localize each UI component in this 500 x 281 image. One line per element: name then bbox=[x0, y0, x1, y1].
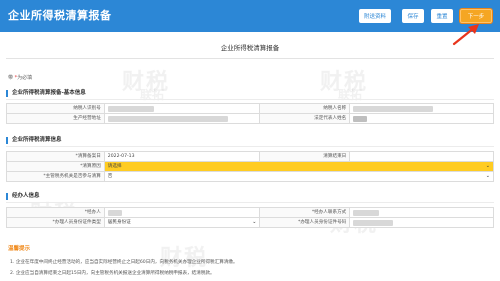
required-note: 带 *为必填 bbox=[8, 74, 32, 81]
business-address-value bbox=[104, 114, 261, 124]
table-row: *主管税务机关是否参与清算 否 ⌄ bbox=[7, 172, 494, 182]
taxpayer-name-label: 纳税人名称 bbox=[260, 104, 351, 114]
agent-label: *经办人 bbox=[7, 208, 105, 218]
divider bbox=[6, 58, 494, 59]
watermark: 联拓 bbox=[140, 88, 165, 102]
reason-select[interactable]: 请选择 ⌄ bbox=[104, 162, 494, 172]
chevron-down-icon: ⌄ bbox=[252, 219, 257, 225]
section-title-basic: 企业所得税清算报备-基本信息 bbox=[6, 90, 86, 97]
watermark: 财税 bbox=[122, 70, 171, 95]
agent-info-table: *经办人 *经办人联系方式 *办理人员身份证件类型 居民身份证 ⌄ *办理人员身… bbox=[6, 207, 494, 228]
legal-rep-label: 法定代表人姓名 bbox=[260, 114, 351, 124]
section-title-agent: 经办人信息 bbox=[6, 193, 40, 200]
contact-label: *经办人联系方式 bbox=[260, 208, 351, 218]
id-number-label: *办理人员身份证件号码 bbox=[260, 218, 351, 228]
id-type-label: *办理人员身份证件类型 bbox=[7, 218, 105, 228]
reset-button[interactable]: 重置 bbox=[431, 9, 453, 23]
taxpayer-name-value bbox=[350, 104, 494, 114]
table-row: *清算备案日 2022-07-13 清算结束日 bbox=[7, 152, 494, 162]
chevron-down-icon: ⌄ bbox=[485, 163, 490, 169]
next-step-button[interactable]: 下一步 bbox=[460, 9, 492, 23]
table-row: *经办人 *经办人联系方式 bbox=[7, 208, 494, 218]
legal-rep-value bbox=[350, 114, 494, 124]
basic-info-table: 纳税人识别号 纳税人名称 生产经营地址 法定代表人姓名 bbox=[6, 103, 494, 124]
required-note-prefix: 带 bbox=[8, 75, 14, 81]
start-date-label: *清算备案日 bbox=[7, 152, 105, 162]
agent-input[interactable] bbox=[104, 208, 261, 218]
watermark: 联拓 bbox=[338, 88, 363, 102]
tip-item: 1. 企业在年度中间终止经营活动的，应当自实际经营终止之日起60日内，向税务机关… bbox=[10, 260, 238, 265]
watermark: 财税 bbox=[160, 246, 209, 271]
app-title: 企业所得税清算报备 bbox=[8, 9, 112, 22]
tip-item: 2. 企业应当自清算结束之日起15日内，向主管税务机关报送企业清算所得税纳税申报… bbox=[10, 271, 215, 276]
divider bbox=[6, 202, 494, 203]
page-title: 企业所得税清算报备 bbox=[220, 44, 280, 52]
end-date-label: 清算结束日 bbox=[260, 152, 351, 162]
top-bar: 企业所得税清算报备 附送资料 保存 重置 下一步 bbox=[0, 0, 500, 32]
divider bbox=[6, 99, 494, 100]
table-row: *清算原因 请选择 ⌄ bbox=[7, 162, 494, 172]
tips-title: 温馨提示 bbox=[8, 246, 31, 252]
save-button[interactable]: 保存 bbox=[402, 9, 424, 23]
reason-select-value: 请选择 bbox=[107, 164, 122, 169]
contact-input[interactable] bbox=[350, 208, 494, 218]
id-number-input[interactable] bbox=[350, 218, 494, 228]
concurrent-select[interactable]: 否 ⌄ bbox=[104, 172, 494, 182]
id-type-select[interactable]: 居民身份证 ⌄ bbox=[104, 218, 261, 228]
table-row: 生产经营地址 法定代表人姓名 bbox=[7, 114, 494, 124]
watermark: 财税 bbox=[320, 70, 369, 95]
id-type-select-value: 居民身份证 bbox=[107, 220, 131, 225]
end-date-input[interactable] bbox=[350, 152, 494, 162]
attach-documents-button[interactable]: 附送资料 bbox=[359, 9, 391, 23]
liquidation-info-table: *清算备案日 2022-07-13 清算结束日 *清算原因 请选择 ⌄ *主管税… bbox=[6, 151, 494, 182]
table-row: *办理人员身份证件类型 居民身份证 ⌄ *办理人员身份证件号码 bbox=[7, 218, 494, 228]
concurrent-label: *主管税务机关是否参与清算 bbox=[7, 172, 105, 182]
taxpayer-id-label: 纳税人识别号 bbox=[7, 104, 105, 114]
reason-label: *清算原因 bbox=[7, 162, 105, 172]
required-note-text: 为必填 bbox=[17, 75, 33, 81]
taxpayer-id-value bbox=[104, 104, 261, 114]
business-address-label: 生产经营地址 bbox=[7, 114, 105, 124]
table-row: 纳税人识别号 纳税人名称 bbox=[7, 104, 494, 114]
concurrent-select-value: 否 bbox=[107, 174, 113, 179]
chevron-down-icon: ⌄ bbox=[485, 173, 490, 179]
section-title-liquidation: 企业所得税清算信息 bbox=[6, 137, 62, 144]
divider bbox=[6, 146, 494, 147]
start-date-input[interactable]: 2022-07-13 bbox=[104, 152, 261, 162]
